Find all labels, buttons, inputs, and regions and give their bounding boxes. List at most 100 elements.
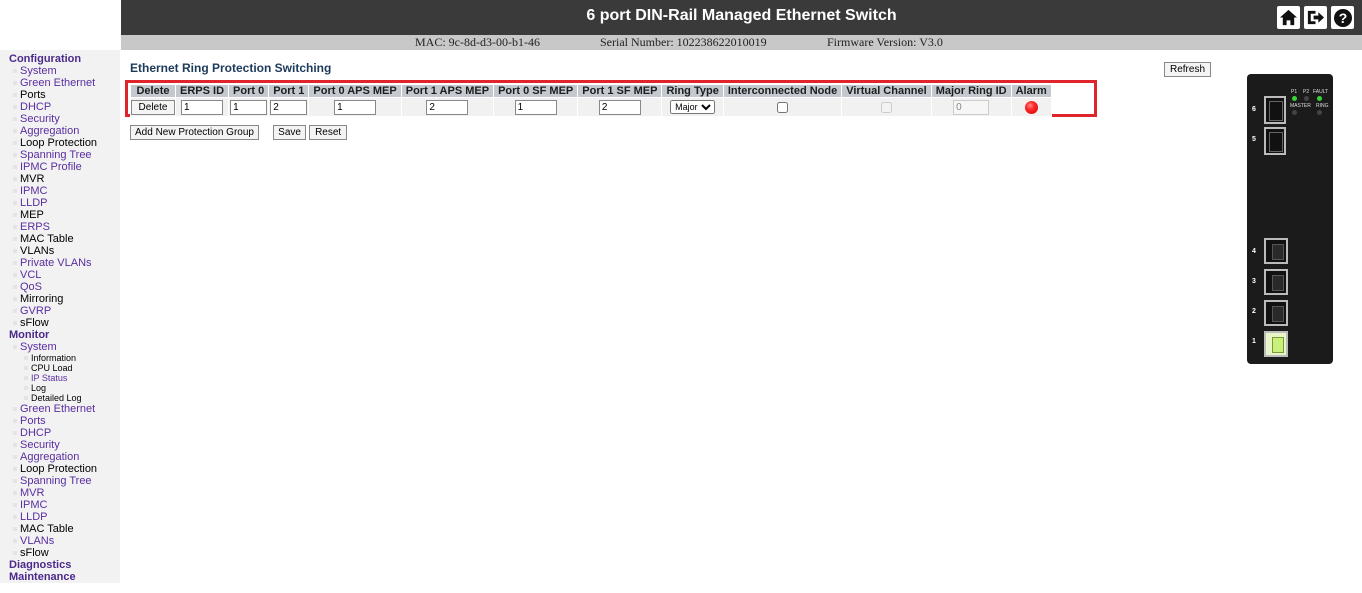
add-protection-group-button[interactable]: Add New Protection Group bbox=[130, 125, 259, 140]
nav-monitor[interactable]: Monitor bbox=[9, 329, 49, 341]
port1-aps-mep-input[interactable] bbox=[426, 99, 469, 115]
nav-config-private-vlans[interactable]: Private VLANs bbox=[13, 257, 92, 269]
col-interconnected-node: Interconnected Node bbox=[722, 84, 843, 98]
port-number-3: 3 bbox=[1252, 278, 1256, 285]
top-bar: 6 port DIN-Rail Managed Ethernet Switch … bbox=[121, 0, 1362, 35]
nav-config-lldp[interactable]: LLDP bbox=[13, 197, 48, 209]
save-button[interactable]: Save bbox=[273, 125, 307, 140]
nav-config-vlans[interactable]: VLANs bbox=[12, 245, 54, 257]
led-label-p2: P2 bbox=[1303, 89, 1310, 95]
rj45-port-3[interactable] bbox=[1264, 269, 1288, 295]
virtual-channel-checkbox[interactable] bbox=[880, 101, 892, 113]
nav-config-mvr[interactable]: MVR bbox=[12, 173, 44, 185]
led-master bbox=[1292, 110, 1297, 115]
col-port1: Port 1 bbox=[268, 84, 310, 98]
refresh-button[interactable]: Refresh bbox=[1164, 62, 1211, 77]
sfp-port-5[interactable] bbox=[1264, 127, 1286, 155]
rj45-port-2[interactable] bbox=[1264, 300, 1288, 326]
led-ring bbox=[1317, 110, 1322, 115]
port0-sf-mep-input[interactable] bbox=[514, 99, 557, 115]
col-erps-id: ERPS ID bbox=[174, 84, 230, 98]
nav-monitor-aggregation[interactable]: Aggregation bbox=[12, 451, 79, 463]
nav-monitor-spanning-tree[interactable]: Spanning Tree bbox=[13, 475, 92, 487]
svg-text:?: ? bbox=[1338, 10, 1347, 26]
nav-config-qos[interactable]: QoS bbox=[12, 281, 42, 293]
rj45-port-1[interactable] bbox=[1264, 331, 1288, 357]
nav-configuration[interactable]: Configuration bbox=[9, 53, 81, 65]
nav-config-mac-table[interactable]: MAC Table bbox=[13, 233, 74, 245]
led-fault bbox=[1317, 96, 1322, 101]
ring-type-select[interactable]: Major bbox=[670, 100, 716, 114]
home-icon[interactable] bbox=[1277, 6, 1300, 29]
col-major-ring-id: Major Ring ID bbox=[930, 84, 1012, 98]
nav-monitor-security[interactable]: Security bbox=[13, 439, 60, 451]
port1-input[interactable] bbox=[270, 99, 308, 115]
port0-input[interactable] bbox=[230, 99, 268, 115]
port-number-5: 5 bbox=[1252, 136, 1256, 143]
nav-diagnostics[interactable]: Diagnostics bbox=[9, 559, 71, 571]
nav-monitor-ports[interactable]: Ports bbox=[13, 415, 46, 427]
nav-config-ipmc[interactable]: IPMC bbox=[13, 185, 48, 197]
help-icon[interactable]: ? bbox=[1331, 6, 1354, 29]
nav-config-mep[interactable]: MEP bbox=[13, 209, 44, 221]
nav-monitor-mvr[interactable]: MVR bbox=[12, 487, 44, 499]
nav-maintenance[interactable]: Maintenance bbox=[9, 571, 76, 583]
col-port1-aps-mep: Port 1 APS MEP bbox=[400, 84, 495, 98]
nav-config-erps[interactable]: ERPS bbox=[13, 221, 50, 233]
page-title: Ethernet Ring Protection Switching bbox=[130, 61, 332, 75]
nav-config-vcl[interactable]: VCL bbox=[12, 269, 41, 281]
col-delete: Delete bbox=[130, 84, 176, 98]
nav-monitor-lldp[interactable]: LLDP bbox=[13, 511, 48, 523]
nav-config-dhcp[interactable]: DHCP bbox=[12, 101, 51, 113]
sidebar-nav: Configuration System Green Ethernet Port… bbox=[0, 50, 120, 583]
firmware-version: Firmware Version: V3.0 bbox=[827, 35, 943, 49]
nav-config-mirroring[interactable]: Mirroring bbox=[12, 293, 63, 305]
nav-monitor-ipmc[interactable]: IPMC bbox=[13, 499, 48, 511]
action-row: Add New Protection Group Save Reset bbox=[130, 125, 348, 140]
nav-monitor-vlans[interactable]: VLANs bbox=[12, 535, 54, 547]
col-virtual-channel: Virtual Channel bbox=[841, 84, 932, 98]
nav-monitor-green-ethernet[interactable]: Green Ethernet bbox=[12, 403, 95, 415]
header-left-blank bbox=[0, 0, 121, 35]
app-title: 6 port DIN-Rail Managed Ethernet Switch bbox=[586, 7, 897, 24]
interconnected-node-checkbox[interactable] bbox=[777, 101, 789, 113]
port-number-2: 2 bbox=[1252, 308, 1256, 315]
delete-row-button[interactable]: Delete bbox=[131, 99, 175, 115]
col-alarm: Alarm bbox=[1010, 84, 1052, 98]
nav-config-ports[interactable]: Ports bbox=[13, 89, 46, 101]
device-panel: P1 P2 FAULT MASTER RING 6 5 4 3 2 1 bbox=[1247, 74, 1333, 364]
nav-monitor-sflow[interactable]: sFlow bbox=[13, 547, 49, 559]
rj45-port-4[interactable] bbox=[1264, 238, 1288, 264]
logout-icon[interactable] bbox=[1304, 6, 1327, 29]
nav-config-loop-protection[interactable]: Loop Protection bbox=[12, 137, 97, 149]
port1-sf-mep-input[interactable] bbox=[598, 99, 641, 115]
nav-config-ipmc-profile[interactable]: IPMC Profile bbox=[13, 161, 82, 173]
col-ring-type: Ring Type bbox=[661, 84, 724, 98]
serial-number: Serial Number: 102238622010019 bbox=[600, 35, 767, 49]
reset-button[interactable]: Reset bbox=[309, 125, 348, 140]
col-port0: Port 0 bbox=[228, 84, 270, 98]
nav-monitor-mac-table[interactable]: MAC Table bbox=[13, 523, 74, 535]
sfp-port-6[interactable] bbox=[1264, 96, 1286, 124]
nav-config-security[interactable]: Security bbox=[13, 113, 60, 125]
nav-monitor-loop-protection[interactable]: Loop Protection bbox=[12, 463, 97, 475]
nav-config-system[interactable]: System bbox=[13, 65, 57, 77]
col-port0-aps-mep: Port 0 APS MEP bbox=[308, 84, 402, 98]
nav-config-spanning-tree[interactable]: Spanning Tree bbox=[13, 149, 92, 161]
nav-config-gvrp[interactable]: GVRP bbox=[12, 305, 51, 317]
alarm-indicator-icon bbox=[1024, 100, 1038, 114]
erps-id-input[interactable] bbox=[181, 99, 223, 115]
port0-aps-mep-input[interactable] bbox=[334, 99, 377, 115]
led-p1 bbox=[1292, 96, 1297, 101]
table-row: Delete Major bbox=[130, 97, 1052, 117]
major-ring-id-input[interactable] bbox=[953, 99, 990, 115]
nav-monitor-dhcp[interactable]: DHCP bbox=[12, 427, 51, 439]
port-number-6: 6 bbox=[1252, 106, 1256, 113]
led-label-p1: P1 bbox=[1291, 89, 1298, 95]
led-label-master: MASTER bbox=[1290, 103, 1311, 109]
erps-table: Delete ERPS ID Port 0 Port 1 Port 0 APS … bbox=[130, 84, 1052, 117]
port-number-4: 4 bbox=[1252, 248, 1256, 255]
nav-config-green-ethernet[interactable]: Green Ethernet bbox=[12, 77, 95, 89]
nav-config-aggregation[interactable]: Aggregation bbox=[12, 125, 79, 137]
nav-config-sflow[interactable]: sFlow bbox=[13, 317, 49, 329]
